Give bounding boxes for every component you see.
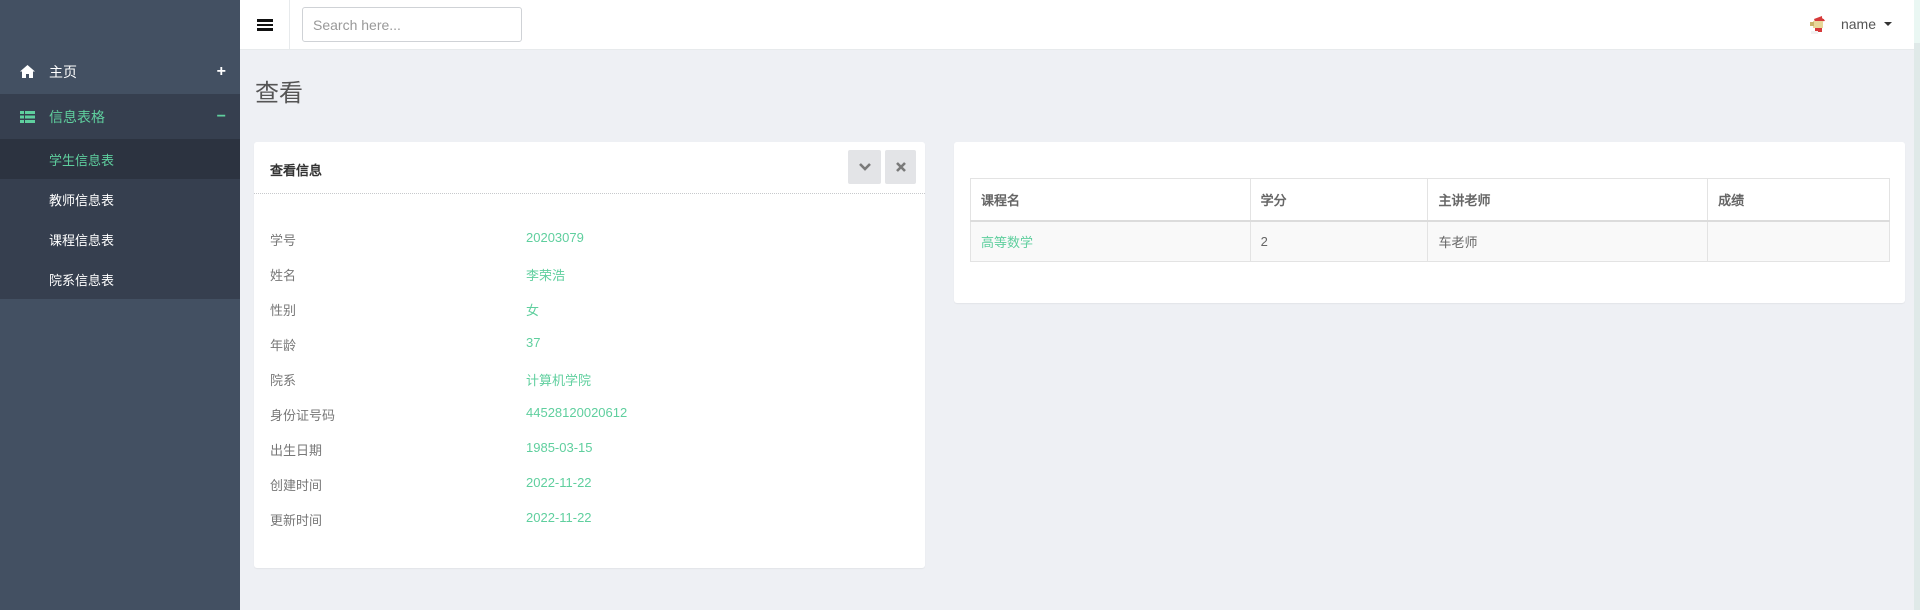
credit-cell: 2: [1249, 220, 1429, 262]
column-header-score: 成绩: [1707, 178, 1890, 222]
info-row: 出生日期 1985-03-15: [254, 440, 925, 460]
info-row: 更新时间 2022-11-22: [254, 510, 925, 530]
info-value: 1985-03-15: [526, 440, 593, 455]
teacher-cell: 车老师: [1427, 220, 1709, 262]
user-name: name: [1840, 16, 1876, 32]
sidebar-item-label: 主页: [49, 63, 77, 80]
info-key: 年龄: [270, 338, 297, 353]
topbar: name: [240, 0, 1914, 50]
chevron-down-icon: [858, 163, 871, 171]
info-key: 出生日期: [270, 443, 323, 458]
sidebar-subitem-course[interactable]: 课程信息表: [0, 219, 240, 259]
table-icon: [19, 110, 35, 124]
info-value: 2022-11-22: [526, 510, 592, 525]
sidebar-subitem-label: 院系信息表: [49, 272, 115, 288]
avatar: [1807, 13, 1829, 35]
sidebar-item-tables[interactable]: 信息表格 −: [0, 94, 240, 139]
column-header-credit: 学分: [1249, 178, 1429, 222]
caret-down-icon: [1884, 22, 1892, 26]
search-input[interactable]: [302, 7, 522, 42]
column-header-teacher: 主讲老师: [1427, 178, 1709, 222]
sidebar: 主页 + 信息表格 − 学生信息表 教师信息表 课程信息表 院系信息表: [0, 0, 240, 610]
info-row: 姓名 李荣浩: [254, 265, 925, 285]
expand-icon[interactable]: +: [217, 63, 226, 81]
info-row: 身份证号码 44528120020612: [254, 405, 925, 425]
sidebar-subitem-teacher[interactable]: 教师信息表: [0, 179, 240, 219]
info-row: 学号 20203079: [254, 230, 925, 250]
info-key: 身份证号码: [270, 408, 336, 423]
hamburger-icon: [256, 17, 273, 33]
course-table: 课程名 学分 主讲老师 成绩 高等数学 2 车老师: [970, 178, 1890, 262]
info-key: 院系: [270, 373, 297, 388]
info-value: 44528120020612: [526, 405, 628, 420]
info-key: 姓名: [270, 268, 297, 283]
sidebar-item-label: 信息表格: [49, 108, 105, 125]
panel-header: 查看信息: [254, 142, 925, 194]
info-value: 计算机学院: [526, 373, 592, 388]
sidebar-subitem-department[interactable]: 院系信息表: [0, 259, 240, 299]
home-icon: [19, 65, 35, 79]
info-key: 更新时间: [270, 513, 323, 528]
sidebar-subitem-label: 教师信息表: [49, 192, 115, 208]
info-row: 年龄 37: [254, 335, 925, 355]
sidebar-subitem-label: 学生信息表: [49, 152, 115, 168]
page-title: 查看: [255, 80, 303, 107]
info-value: 37: [526, 335, 541, 350]
sidebar-submenu: 学生信息表 教师信息表 课程信息表 院系信息表: [0, 139, 240, 299]
column-header-course: 课程名: [970, 178, 1251, 222]
course-panel: 课程名 学分 主讲老师 成绩 高等数学 2 车老师: [954, 142, 1905, 303]
course-name-link[interactable]: 高等数学: [970, 220, 1251, 262]
info-key: 性别: [270, 303, 297, 318]
info-panel: 查看信息 学号 20203079 姓名 李荣浩 性别 女 年龄 37 院系 计算机学院 身…: [254, 142, 925, 568]
info-row: 院系 计算机学院: [254, 370, 925, 390]
collapse-button[interactable]: [848, 150, 881, 184]
info-row: 创建时间 2022-11-22: [254, 475, 925, 495]
panel-title: 查看信息: [270, 163, 323, 178]
sidebar-subitem-student[interactable]: 学生信息表: [0, 139, 240, 179]
user-menu[interactable]: name: [1807, 0, 1892, 48]
info-value: 女: [526, 303, 540, 318]
sidebar-item-home[interactable]: 主页 +: [0, 49, 240, 94]
info-value: 2022-11-22: [526, 475, 592, 490]
collapse-icon[interactable]: −: [217, 108, 226, 126]
info-value: 20203079: [526, 230, 584, 245]
info-key: 创建时间: [270, 478, 323, 493]
score-cell: [1707, 220, 1890, 262]
close-button[interactable]: [885, 150, 916, 184]
info-key: 学号: [270, 233, 297, 248]
info-value: 李荣浩: [526, 268, 566, 283]
menu-toggle-button[interactable]: [240, 0, 290, 50]
close-icon: [895, 162, 906, 172]
sidebar-subitem-label: 课程信息表: [49, 232, 115, 248]
table-header-row: 课程名 学分 主讲老师 成绩: [970, 178, 1890, 222]
table-row: 高等数学 2 车老师: [970, 220, 1890, 262]
info-row: 性别 女: [254, 300, 925, 320]
scrollbar[interactable]: [1914, 0, 1920, 610]
